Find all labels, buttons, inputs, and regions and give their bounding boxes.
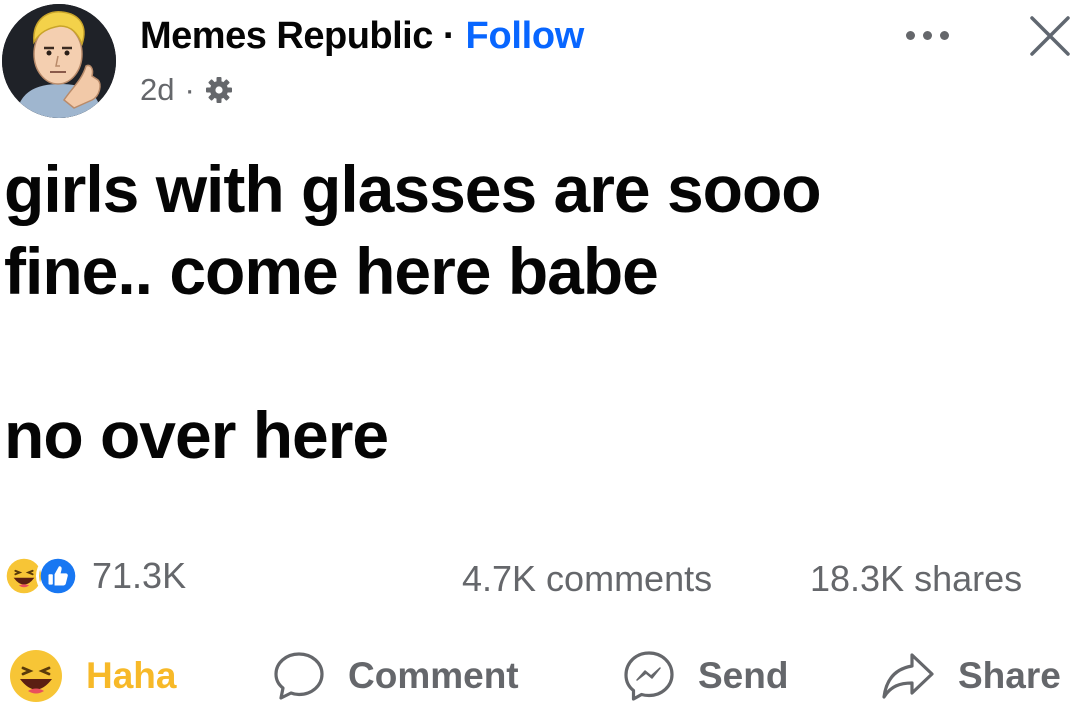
avatar[interactable] xyxy=(2,4,116,118)
action-bar: Haha Comment Send Share xyxy=(0,640,1080,712)
post-header: Memes Republic · Follow 2d · xyxy=(0,0,1080,130)
post-text-line: girls with glasses are sooo xyxy=(4,152,822,226)
close-icon[interactable] xyxy=(1024,10,1076,62)
comment-label: Comment xyxy=(348,655,519,696)
reaction-count: 71.3K xyxy=(92,555,187,596)
share-label: Share xyxy=(958,655,1061,696)
meta-separator: · xyxy=(184,72,195,107)
comment-button[interactable]: Comment xyxy=(272,650,519,702)
send-button[interactable]: Send xyxy=(622,650,788,702)
name-separator: · xyxy=(442,14,456,57)
haha-label: Haha xyxy=(86,655,177,696)
post-meta: 2d · xyxy=(140,70,233,110)
comments-count-link[interactable]: 4.7K comments xyxy=(462,558,712,600)
gear-icon[interactable] xyxy=(205,76,233,104)
haha-reaction-icon xyxy=(10,650,62,702)
page-name-link[interactable]: Memes Republic xyxy=(140,15,433,58)
messenger-icon xyxy=(624,651,674,701)
more-dot xyxy=(922,30,932,40)
like-reaction-icon xyxy=(36,554,80,598)
follow-button[interactable]: Follow xyxy=(466,15,585,58)
send-label: Send xyxy=(698,655,789,696)
post-text-line: no over here xyxy=(4,398,389,472)
post-stats-bar: 71.3K 4.7K comments 18.3K shares xyxy=(0,550,1080,608)
more-horizontal-icon[interactable] xyxy=(890,20,964,50)
post-body: girls with glasses are sooo fine.. come … xyxy=(4,148,1074,476)
more-dot xyxy=(939,30,949,40)
avatar-cartoon-image xyxy=(2,4,116,118)
comment-icon xyxy=(274,652,324,700)
post-text-line: fine.. come here babe xyxy=(4,234,659,308)
author-row: Memes Republic · Follow xyxy=(140,12,584,60)
post-timestamp[interactable]: 2d xyxy=(140,72,174,108)
more-dot xyxy=(905,30,915,40)
haha-button[interactable]: Haha xyxy=(8,650,176,702)
share-button[interactable]: Share xyxy=(880,650,1061,702)
share-icon xyxy=(882,653,934,699)
shares-count-link[interactable]: 18.3K shares xyxy=(810,558,1022,600)
reactions-summary[interactable]: 71.3K xyxy=(2,554,186,598)
